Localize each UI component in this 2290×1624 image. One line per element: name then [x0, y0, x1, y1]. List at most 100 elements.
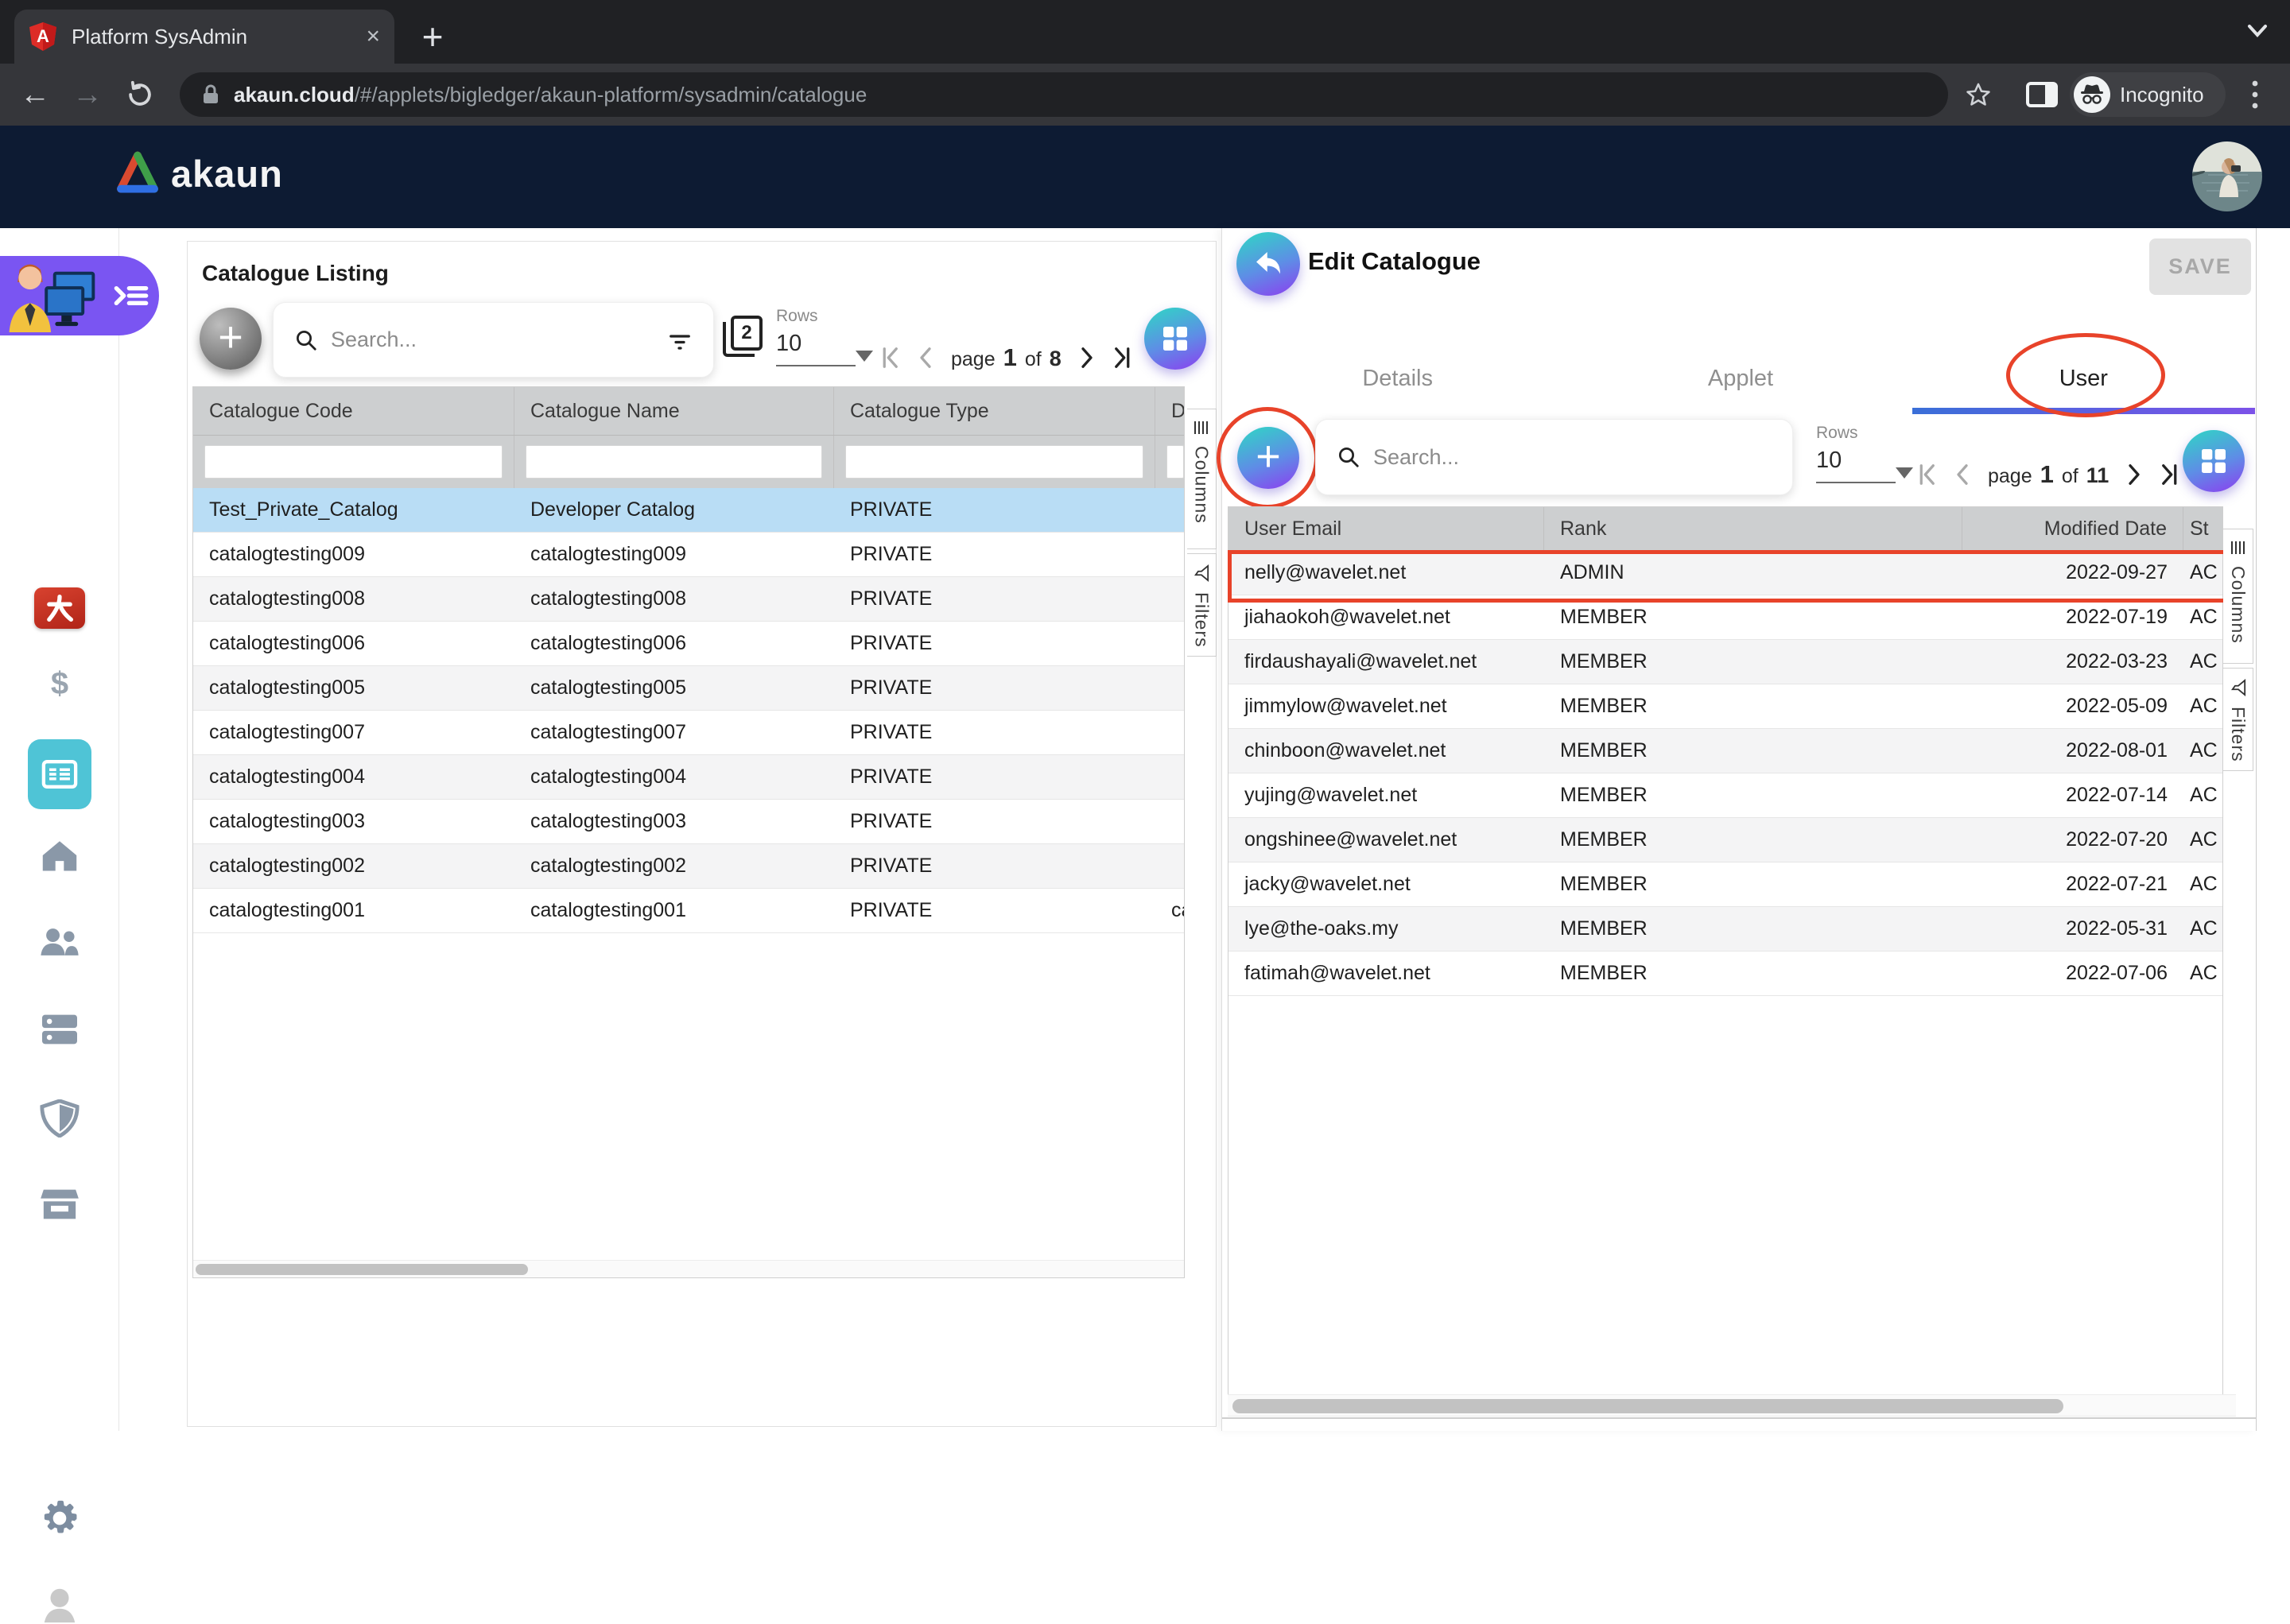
table-row[interactable]: catalogtesting009 catalogtesting009 PRIV… [193, 533, 1184, 577]
last-page-button[interactable] [1103, 346, 1139, 370]
table-row[interactable]: Test_Private_Catalog Developer Catalog P… [193, 488, 1184, 533]
table-row[interactable]: lye@the-oaks.my MEMBER 2022-05-31 AC [1228, 907, 2222, 952]
table-row[interactable]: catalogtesting003 catalogtesting003 PRIV… [193, 800, 1184, 844]
table-row[interactable]: ongshinee@wavelet.net MEMBER 2022-07-20 … [1228, 818, 2222, 862]
tab-close-icon[interactable]: × [366, 25, 380, 48]
grid-icon [1159, 323, 1191, 355]
tab-user[interactable]: User [1912, 350, 2255, 408]
sidebar-item-store[interactable] [0, 1187, 119, 1222]
sidebar-item-catalogue[interactable] [0, 739, 119, 809]
table-row[interactable]: nelly@wavelet.net ADMIN 2022-09-27 AC [1228, 551, 2222, 595]
table-row[interactable]: yujing@wavelet.net MEMBER 2022-07-14 AC [1228, 773, 2222, 818]
back-button[interactable]: ← [11, 64, 59, 126]
duplicate-pages-icon[interactable]: 2 [723, 316, 764, 360]
table-row[interactable]: catalogtesting008 catalogtesting008 PRIV… [193, 577, 1184, 622]
new-tab-button[interactable]: + [413, 17, 452, 56]
col-header[interactable]: Catalogue Code [193, 387, 514, 435]
edit-catalogue-panel: Edit Catalogue SAVE Details Applet User … [1221, 228, 2257, 1431]
tab-applet[interactable]: Applet [1569, 350, 1912, 408]
sysadmin-avatar [6, 259, 108, 332]
bookmark-star-icon[interactable] [1954, 64, 2002, 126]
browser-menu-icon[interactable] [2231, 64, 2279, 126]
add-user-button[interactable]: + [1237, 427, 1299, 489]
save-button[interactable]: SAVE [2149, 238, 2251, 295]
user-search-input[interactable] [1373, 445, 1772, 470]
sidebar-item-users[interactable] [0, 926, 119, 958]
columns-side-tab[interactable]: Columns [1187, 409, 1217, 549]
sidebar-item-bigledger[interactable] [0, 587, 119, 629]
grid-view-button[interactable] [2183, 430, 2245, 492]
sidebar-item-billing[interactable]: $ [0, 666, 119, 702]
rows-per-page-widget[interactable]: Rows 10 [776, 307, 864, 366]
next-page-button[interactable] [2118, 463, 2150, 486]
filters-side-tab[interactable]: Filters [2223, 668, 2253, 771]
table-row[interactable]: jimmylow@wavelet.net MEMBER 2022-05-09 A… [1228, 684, 2222, 729]
user-pager: page 1 of 11 [1910, 452, 2187, 497]
catalogue-search-input[interactable] [331, 328, 667, 352]
filter-list-icon[interactable] [667, 328, 693, 352]
table-row[interactable]: jiahaokoh@wavelet.net MEMBER 2022-07-19 … [1228, 595, 2222, 640]
table-row[interactable]: catalogtesting004 catalogtesting004 PRIV… [193, 755, 1184, 800]
url-bar[interactable]: akaun.cloud/#/applets/bigledger/akaun-pl… [180, 72, 1948, 117]
first-page-button[interactable] [1910, 463, 1946, 486]
filters-side-tab[interactable]: Filters [1187, 553, 1217, 657]
side-panel-icon[interactable] [2018, 64, 2066, 126]
columns-grip-icon [1194, 421, 1209, 435]
table-row[interactable]: catalogtesting006 catalogtesting006 PRIV… [193, 622, 1184, 666]
first-page-button[interactable] [873, 346, 910, 370]
incognito-badge[interactable]: Incognito [2070, 72, 2226, 117]
table-row[interactable]: catalogtesting001 catalogtesting001 PRIV… [193, 889, 1184, 933]
tab-details[interactable]: Details [1226, 350, 1569, 408]
table-row[interactable]: firdaushayali@wavelet.net MEMBER 2022-03… [1228, 640, 2222, 684]
col-header[interactable]: Rank [1544, 507, 1962, 550]
grid-view-button[interactable] [1144, 308, 1206, 370]
browser-tab[interactable]: A Platform SysAdmin × [14, 10, 394, 64]
expand-menu-icon[interactable] [113, 280, 149, 312]
sidebar-item-home[interactable] [0, 837, 119, 874]
col-header[interactable]: Catalogue Name [514, 387, 834, 435]
filter-input-type[interactable] [845, 445, 1143, 479]
session-user-chip[interactable] [0, 256, 159, 335]
table-row[interactable]: catalogtesting007 catalogtesting007 PRIV… [193, 711, 1184, 755]
dollar-icon: $ [51, 666, 68, 702]
last-page-button[interactable] [2150, 463, 2187, 486]
page-indicator: page 1 of 8 [941, 343, 1071, 372]
col-header[interactable]: Catalogue Type [834, 387, 1155, 435]
sidebar-item-inventory[interactable] [0, 1012, 119, 1047]
table-row[interactable]: chinboon@wavelet.net MEMBER 2022-08-01 A… [1228, 729, 2222, 773]
tab-list-chevron-icon[interactable] [2244, 21, 2271, 41]
catalogue-table: Catalogue Code Catalogue Name Catalogue … [192, 386, 1185, 1278]
forward-button[interactable]: → [64, 64, 111, 126]
rows-label: Rows [776, 307, 864, 326]
back-button-panel[interactable] [1236, 232, 1300, 296]
table-row[interactable]: catalogtesting002 catalogtesting002 PRIV… [193, 844, 1184, 889]
table-row[interactable]: jacky@wavelet.net MEMBER 2022-07-21 AC [1228, 862, 2222, 907]
col-header[interactable]: St [2183, 507, 2222, 550]
scrollbar-thumb[interactable] [1232, 1399, 2063, 1413]
add-catalogue-button[interactable]: + [200, 308, 262, 370]
user-avatar[interactable] [2192, 141, 2262, 211]
sidebar-item-profile[interactable] [0, 1584, 119, 1624]
col-header[interactable]: De [1155, 387, 1185, 435]
next-page-button[interactable] [1071, 346, 1103, 370]
scrollbar-thumb[interactable] [196, 1264, 528, 1275]
filter-input-desc[interactable] [1166, 445, 1184, 479]
table-row[interactable]: fatimah@wavelet.net MEMBER 2022-07-06 AC [1228, 952, 2222, 996]
horizontal-scrollbar[interactable] [1228, 1394, 2236, 1417]
columns-side-tab[interactable]: Columns [2223, 529, 2253, 664]
table-row[interactable]: catalogtesting005 catalogtesting005 PRIV… [193, 666, 1184, 711]
sidebar-item-settings[interactable] [0, 1498, 119, 1538]
filter-input-code[interactable] [204, 445, 503, 479]
akaun-triangle-icon [115, 151, 160, 196]
col-header[interactable]: Modified Date [1962, 507, 2183, 550]
rows-per-page-widget[interactable]: Rows 10 [1816, 424, 1904, 483]
prev-page-button[interactable] [1946, 463, 1978, 486]
reload-button[interactable] [116, 64, 164, 126]
filter-input-name[interactable] [526, 445, 822, 479]
settings-gear-icon [40, 1498, 80, 1538]
horizontal-scrollbar[interactable] [193, 1260, 1184, 1277]
shield-icon [40, 1099, 80, 1138]
col-header[interactable]: User Email [1228, 507, 1544, 550]
prev-page-button[interactable] [910, 346, 941, 370]
sidebar-item-security[interactable] [0, 1099, 119, 1138]
